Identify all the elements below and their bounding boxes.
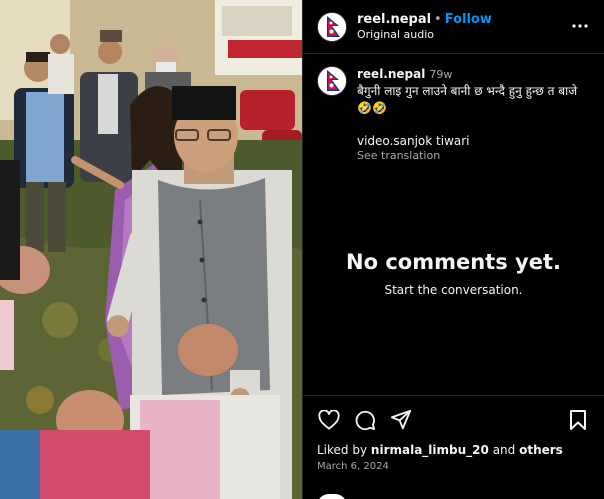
post-date[interactable]: March 6, 2024: [317, 461, 590, 472]
bookmark-icon[interactable]: [566, 408, 590, 432]
post-footer: Liked by nirmala_limbu_20 and others Mar…: [303, 395, 604, 499]
empty-comments-subtitle: Start the conversation.: [384, 283, 523, 297]
separator-dot: •: [434, 11, 442, 27]
see-translation-link[interactable]: See translation: [357, 149, 590, 162]
heart-icon[interactable]: [317, 408, 341, 432]
post-age[interactable]: 79w: [429, 68, 452, 81]
likes-joiner: and: [492, 443, 516, 457]
nepal-flag-avatar[interactable]: [317, 11, 347, 42]
more-options-icon[interactable]: [570, 16, 590, 36]
caption-text: बैगुनी लाइ गुन लाउने बानी छ भन्दै हुनु ह…: [357, 84, 578, 115]
caption-header: reel.nepal 79w: [357, 66, 590, 83]
caption-credit: video.sanjok tiwari: [357, 134, 470, 148]
likes-prefix: Liked by: [317, 443, 368, 457]
caption-body: reel.nepal 79w बैगुनी लाइ गुन लाउने बानी …: [357, 66, 590, 168]
header-username-row: reel.nepal • Follow: [357, 12, 492, 27]
username[interactable]: reel.nepal: [357, 12, 431, 27]
likes-others[interactable]: others: [519, 443, 563, 457]
audio-link[interactable]: Original audio: [357, 27, 492, 42]
empty-comments-title: No comments yet.: [346, 250, 561, 274]
empty-comments: No comments yet. Start the conversation.: [303, 250, 604, 297]
liked-by-user[interactable]: nirmala_limbu_20: [371, 443, 489, 457]
header-meta: reel.nepal • Follow Original audio: [357, 12, 492, 42]
video-frame-illustration: [0, 0, 302, 499]
comment-composer-avatar: [317, 494, 347, 499]
reel-video[interactable]: [0, 0, 302, 499]
action-bar: [317, 408, 590, 432]
post-details-panel: reel.nepal • Follow Original audio reel.…: [303, 0, 604, 499]
share-icon[interactable]: [389, 408, 413, 432]
likes-summary[interactable]: Liked by nirmala_limbu_20 and others: [317, 443, 590, 457]
post-header: reel.nepal • Follow Original audio: [303, 0, 604, 54]
instagram-post: reel.nepal • Follow Original audio reel.…: [0, 0, 604, 499]
caption-avatar[interactable]: [317, 66, 347, 96]
follow-button[interactable]: Follow: [445, 12, 492, 27]
caption-username[interactable]: reel.nepal: [357, 67, 425, 81]
post-caption: reel.nepal 79w बैगुनी लाइ गुन लाउने बानी …: [303, 54, 604, 168]
comment-icon[interactable]: [353, 408, 377, 432]
